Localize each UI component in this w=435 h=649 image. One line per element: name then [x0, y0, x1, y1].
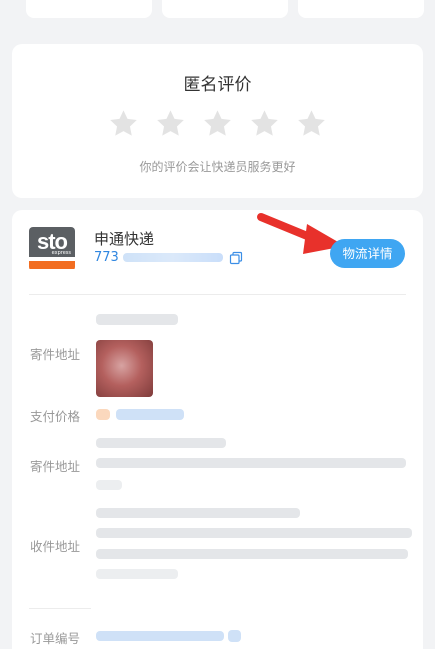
logistics-details-button[interactable]: 物流详情 — [330, 239, 405, 268]
star-icon-1[interactable] — [108, 108, 139, 139]
parcel-photo[interactable] — [96, 340, 153, 397]
courier-name: 申通快递 — [94, 230, 155, 248]
sender-address-label: 寄件地址 — [30, 347, 81, 362]
divider-short — [29, 608, 91, 609]
payment-badge-redacted — [96, 409, 110, 420]
rating-card: 匿名评价 你的评价会让快递员服务更好 — [12, 44, 423, 198]
star-rating — [12, 108, 423, 139]
copy-order-icon[interactable] — [228, 630, 241, 642]
sender-address-label-2: 寄件地址 — [30, 459, 81, 474]
star-icon-2[interactable] — [155, 108, 186, 139]
payment-price-label: 支付价格 — [30, 409, 81, 424]
divider — [29, 294, 406, 295]
star-icon-5[interactable] — [296, 108, 327, 139]
order-number-label: 订单编号 — [30, 631, 81, 646]
rating-title: 匿名评价 — [183, 75, 252, 95]
top-action-button-1[interactable] — [26, 0, 152, 18]
top-action-button-2[interactable] — [162, 0, 288, 18]
sto-logo: sto express — [29, 227, 75, 271]
sender-name-redacted — [96, 314, 178, 325]
sender-address-redacted-2 — [96, 480, 122, 490]
top-action-button-3[interactable] — [298, 0, 424, 18]
tracking-number-redacted — [122, 253, 223, 262]
star-icon-4[interactable] — [249, 108, 280, 139]
logo-subtext: express — [51, 250, 71, 256]
recipient-address-redacted-1 — [96, 528, 412, 538]
recipient-address-label: 收件地址 — [30, 539, 81, 554]
tracking-number: 773 — [94, 250, 243, 265]
sender-address-redacted — [96, 458, 406, 468]
recipient-address-redacted-2 — [96, 549, 408, 559]
recipient-info-redacted — [96, 508, 300, 518]
order-number-redacted — [96, 631, 224, 641]
recipient-address-redacted-3 — [96, 569, 178, 579]
payment-value-redacted — [116, 409, 184, 420]
top-action-row — [12, 0, 424, 20]
shipment-detail-card: sto express 申通快递 773 物流详情 寄件地址 支付价格 寄件地址… — [12, 210, 423, 649]
sender-info-redacted — [96, 438, 226, 448]
tracking-number-text: 773 — [94, 250, 119, 265]
star-icon-3[interactable] — [202, 108, 233, 139]
copy-icon[interactable] — [229, 251, 243, 265]
rating-hint: 你的评价会让快递员服务更好 — [139, 160, 296, 174]
